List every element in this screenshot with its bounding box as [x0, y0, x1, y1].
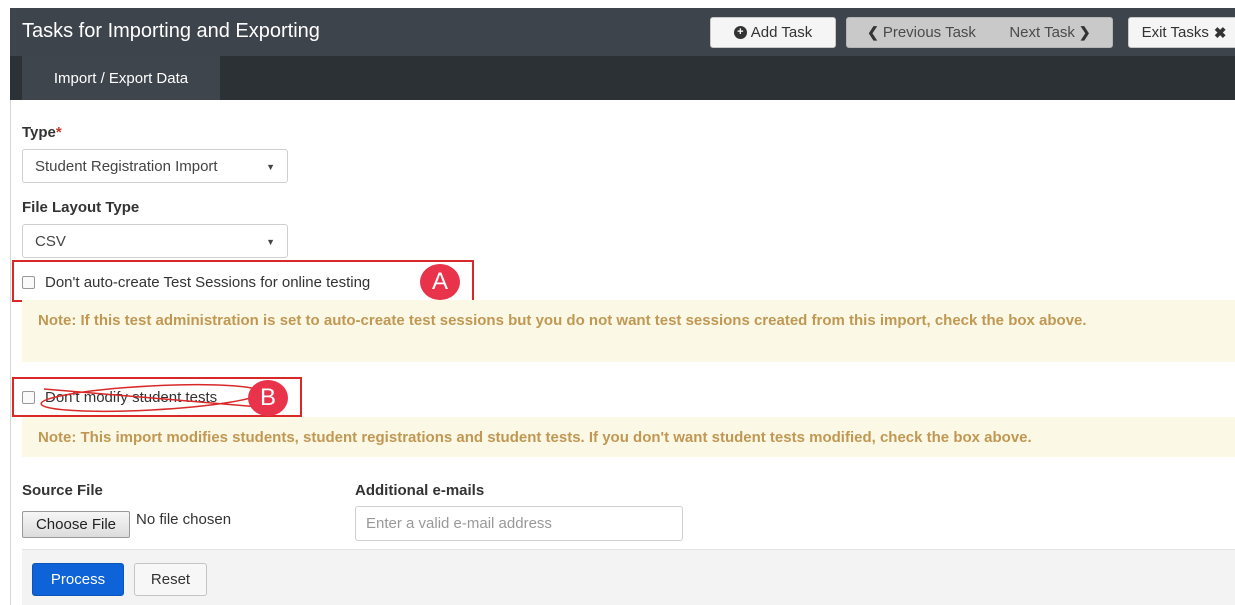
previous-task-label: Previous Task	[882, 24, 976, 41]
additional-emails-input[interactable]: Enter a valid e-mail address	[355, 506, 683, 541]
required-marker: *	[55, 124, 62, 141]
chevron-right-icon: ❯	[1078, 24, 1091, 40]
source-file-label: Source File	[22, 482, 103, 499]
type-label-text: Type	[22, 124, 56, 141]
file-layout-type-label: File Layout Type	[22, 199, 140, 216]
task-navigation-group: ❮ Previous Task Next Task ❯	[846, 17, 1113, 48]
no-file-chosen-text: No file chosen	[136, 511, 232, 528]
sub-navigation: Import / Export Data	[10, 56, 1235, 100]
add-task-label: Add Task	[750, 24, 813, 41]
auto-create-sessions-label: Don't auto-create Test Sessions for onli…	[45, 274, 371, 291]
previous-task-button[interactable]: ❮ Previous Task	[847, 18, 992, 47]
additional-emails-label: Additional e-mails	[355, 482, 485, 499]
type-label: Type*	[22, 124, 62, 141]
choose-file-button[interactable]: Choose File	[22, 511, 130, 538]
auto-create-sessions-checkbox-row[interactable]: Don't auto-create Test Sessions for onli…	[22, 274, 370, 291]
close-icon: ✖	[1213, 24, 1227, 42]
type-select[interactable]: Student Registration Import ▼	[22, 149, 288, 183]
annotation-marker-b: B	[248, 380, 288, 416]
tab-import-export-data[interactable]: Import / Export Data	[22, 56, 220, 100]
file-layout-select-value: CSV	[35, 232, 66, 250]
header-bar: Tasks for Importing and Exporting + Add …	[10, 8, 1235, 56]
modify-tests-checkbox[interactable]	[22, 391, 35, 404]
dropdown-caret-icon: ▼	[266, 162, 275, 172]
form-actions-bar: Process Reset	[22, 549, 1235, 605]
add-task-button[interactable]: + Add Task	[710, 17, 836, 48]
exit-tasks-button[interactable]: Exit Tasks ✖	[1128, 17, 1235, 48]
chevron-left-icon: ❮	[867, 24, 879, 40]
modify-note: Note: This import modifies students, stu…	[22, 417, 1235, 457]
next-task-button[interactable]: Next Task ❯	[992, 18, 1112, 47]
plus-circle-icon: +	[733, 26, 747, 39]
file-layout-type-select[interactable]: CSV ▼	[22, 224, 288, 258]
auto-create-sessions-checkbox[interactable]	[22, 276, 35, 289]
type-select-value: Student Registration Import	[35, 157, 218, 175]
sessions-note: Note: If this test administration is set…	[22, 300, 1235, 362]
page-title: Tasks for Importing and Exporting	[22, 20, 320, 42]
dropdown-caret-icon: ▼	[266, 237, 275, 247]
next-task-label: Next Task	[1009, 24, 1075, 41]
content-border	[10, 100, 11, 605]
exit-tasks-label: Exit Tasks	[1141, 24, 1209, 41]
reset-button[interactable]: Reset	[134, 563, 207, 596]
annotation-strike-ellipse	[40, 383, 262, 413]
process-button[interactable]: Process	[32, 563, 124, 596]
annotation-marker-a: A	[420, 264, 460, 300]
